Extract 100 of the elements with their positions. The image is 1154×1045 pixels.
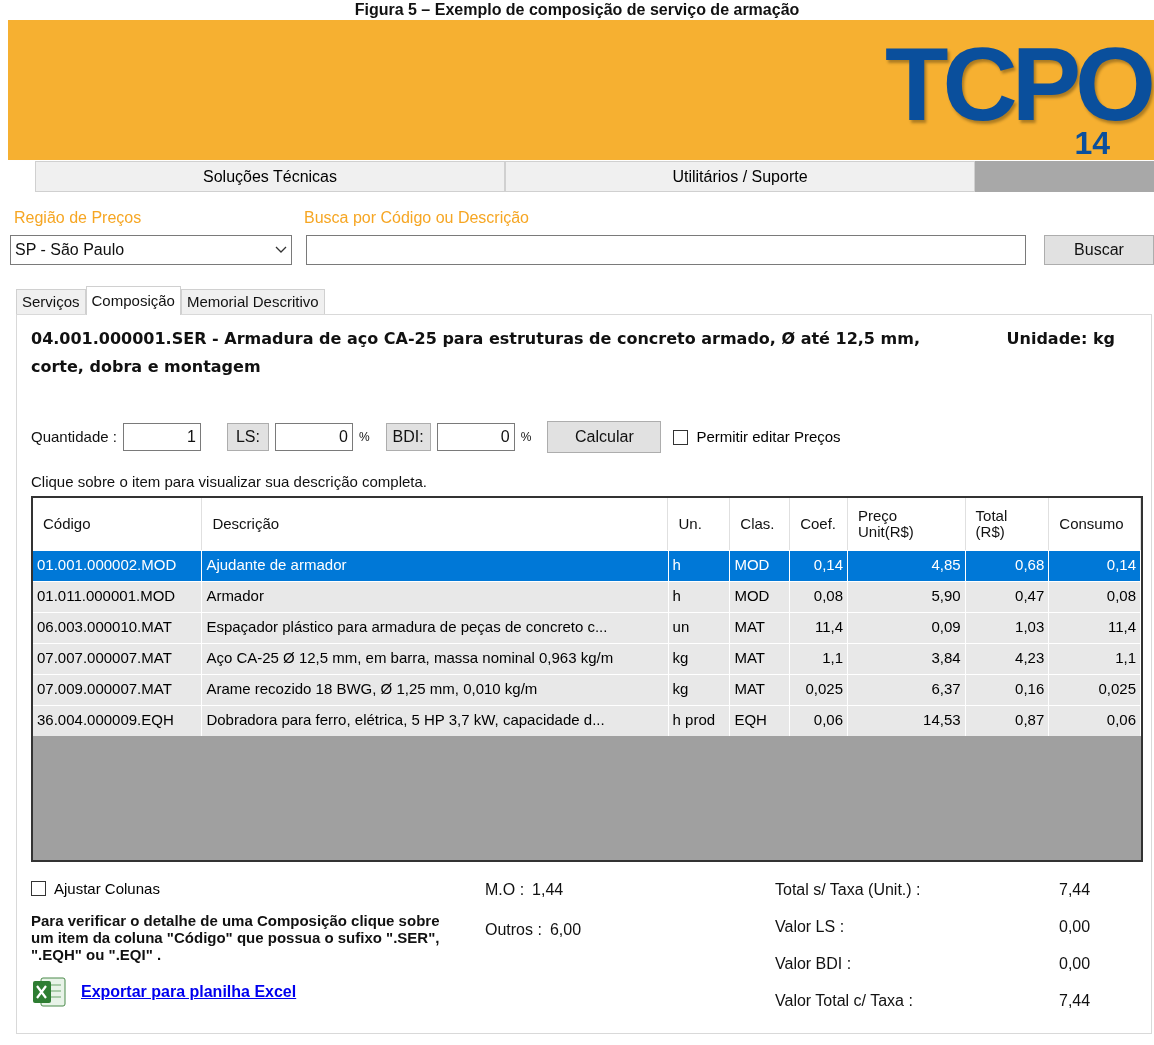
table-cell: h [668, 581, 731, 612]
column-header[interactable]: Un. [668, 497, 731, 550]
table-cell: 0,06 [1049, 705, 1141, 736]
export-link[interactable]: Exportar para planilha Excel [81, 980, 297, 1004]
table-cell: 0,09 [848, 612, 966, 643]
table-cell: h [668, 550, 731, 581]
bdi-field[interactable]: 0 [436, 423, 515, 451]
table-cell: Aço CA-25 Ø 12,5 mm, em barra, massa nominal 0,963 kg/m [202, 643, 669, 674]
table-cell: 11,4 [1049, 612, 1141, 643]
table-cell: 3,84 [848, 643, 966, 674]
unit-label: Unidade: kg [1006, 328, 1115, 350]
total-value: 0,00 [1059, 953, 1091, 974]
table-cell: un [668, 612, 731, 643]
table-cell: 0,14 [1049, 550, 1141, 581]
table-cell: 4,23 [965, 643, 1050, 674]
menu-tab[interactable]: Utilitários / Suporte [505, 161, 975, 192]
chevron-down-icon [275, 246, 287, 254]
table-row[interactable]: 06.003.000010.MAT Espaçador plástico para armadura de peças de concreto c... un MAT 11,4 0,09 1,03 11,4 [33, 611, 1141, 643]
table-row[interactable]: 01.011.000001.MOD Armador h MOD 0,08 5,90 0,47 0,08 [33, 580, 1141, 612]
hint-text: Clique sobre o item para visualizar sua descrição completa. [31, 472, 429, 492]
column-header[interactable]: Código [33, 497, 203, 550]
table-cell: 0,025 [790, 674, 848, 705]
column-header[interactable]: Descrição [202, 497, 669, 550]
table-cell: 0,08 [1049, 581, 1141, 612]
quantity-field[interactable]: 1 [122, 423, 201, 451]
table-cell: kg [668, 674, 731, 705]
table-cell: 4,85 [848, 550, 966, 581]
checkbox-label: Permitir editar Preços [696, 426, 841, 447]
table-cell: Arame recozido 18 BWG, Ø 1,25 mm, 0,010 kg/m [202, 674, 669, 705]
table-cell: 14,53 [848, 705, 966, 736]
tab[interactable]: Memorial Descritivo [180, 289, 325, 314]
tab[interactable]: Serviços [16, 289, 86, 314]
total-value: 7,44 [1059, 990, 1091, 1011]
info-note: Para verificar o detalhe de uma Composição clique sobre um item da coluna "Código" que possua o sufixo ".SER", ".EQH" ou ".EQI" . [31, 912, 441, 963]
menu-tab[interactable]: Soluções Técnicas [35, 161, 505, 192]
summary-value: 6,00 [549, 919, 582, 940]
table-cell: 07.007.000007.MAT [33, 643, 203, 674]
table-cell: Dobradora para ferro, elétrica, 5 HP 3,7 kW, capacidade d... [202, 705, 669, 736]
search-button[interactable]: Buscar [1044, 235, 1154, 265]
table-cell: 0,68 [965, 550, 1050, 581]
total-label: Valor Total c/ Taxa : [775, 990, 914, 1011]
ls-field[interactable]: 0 [274, 423, 353, 451]
total-value: 7,44 [1059, 879, 1091, 900]
table-cell: 0,06 [790, 705, 848, 736]
column-header[interactable]: Consumo [1049, 497, 1141, 550]
table-cell: 07.009.000007.MAT [33, 674, 203, 705]
table-cell: 5,90 [848, 581, 966, 612]
field-label: Região de Preços [14, 208, 143, 228]
total-label: Valor LS : [775, 916, 846, 937]
bdi-label: BDI: [385, 423, 431, 451]
table-row[interactable]: 01.001.000002.MOD Ajudante de armador h MOD 0,14 4,85 0,68 0,14 [33, 549, 1141, 581]
table-cell: 0,025 [1049, 674, 1141, 705]
table-cell: 0,14 [790, 550, 848, 581]
table-row[interactable]: 07.009.000007.MAT Arame recozido 18 BWG, Ø 1,25 mm, 0,010 kg/m kg MAT 0,025 6,37 0,16 0,025 [33, 673, 1141, 705]
summary-value: 1,44 [532, 879, 564, 900]
region-dropdown[interactable]: SP - São Paulo [10, 235, 292, 265]
table-cell: 1,03 [965, 612, 1050, 643]
table-cell: 0,16 [965, 674, 1050, 705]
checkbox[interactable] [31, 881, 46, 897]
table-cell: MAT [730, 674, 791, 705]
table-cell: Espaçador plástico para armadura de peças de concreto c... [202, 612, 669, 643]
table-cell: MOD [730, 581, 791, 612]
table-cell: Ajudante de armador [202, 550, 669, 581]
table-cell: 01.011.000001.MOD [33, 581, 203, 612]
table-cell: MOD [730, 550, 791, 581]
total-label: Valor BDI : [775, 953, 853, 974]
table-cell: MAT [730, 612, 791, 643]
column-header[interactable]: Total (R$) [965, 497, 1050, 550]
column-header[interactable]: Coef. [790, 497, 848, 550]
table-row[interactable]: 36.004.000009.EQH Dobradora para ferro, elétrica, 5 HP 3,7 kW, capacidade d... h prod EQH 0,06 14,53 0,87 0,06 [33, 704, 1141, 736]
total-label: Total s/ Taxa (Unit.) : [775, 879, 922, 900]
checkbox[interactable] [673, 429, 689, 445]
table-cell: 0,08 [790, 581, 848, 612]
table-cell: 01.001.000002.MOD [33, 550, 203, 581]
column-header[interactable]: Preço Unit(R$) [848, 497, 966, 550]
column-header[interactable]: Clas. [730, 497, 791, 550]
spreadsheet-icon [31, 975, 67, 1009]
table-cell: 0,47 [965, 581, 1050, 612]
percent-sign: % [358, 429, 370, 446]
summary-label: M.O : [485, 879, 525, 900]
table-cell: MAT [730, 643, 791, 674]
table-cell: Armador [202, 581, 669, 612]
summary-label: Outros : [485, 919, 542, 940]
composition-title: 04.001.000001.SER - Armadura de aço CA-25 para estruturas de concreto armado, Ø até 12,5 mm, corte, dobra e montagem [31, 328, 921, 378]
table-cell: 36.004.000009.EQH [33, 705, 203, 736]
percent-sign: % [520, 429, 532, 446]
table-cell: kg [668, 643, 731, 674]
search-field[interactable] [306, 235, 1026, 265]
calculate-button[interactable]: Calcular [547, 421, 662, 453]
field-label: Busca por Código ou Descrição [304, 208, 529, 228]
checkbox-label: Ajustar Colunas [54, 878, 160, 899]
table-cell: 1,1 [790, 643, 848, 674]
table-cell: 06.003.000010.MAT [33, 612, 203, 643]
table-cell: 0,87 [965, 705, 1050, 736]
table-cell: 1,1 [1049, 643, 1141, 674]
table-cell: EQH [730, 705, 791, 736]
figure-caption: Figura 5 – Exemplo de composição de serviço de armação [354, 0, 800, 20]
tab[interactable]: Composição [85, 286, 181, 315]
table-row[interactable]: 07.007.000007.MAT Aço CA-25 Ø 12,5 mm, em barra, massa nominal 0,963 kg/m kg MAT 1,1 3,84 4,23 1,1 [33, 642, 1141, 674]
ls-label: LS: [226, 423, 269, 451]
